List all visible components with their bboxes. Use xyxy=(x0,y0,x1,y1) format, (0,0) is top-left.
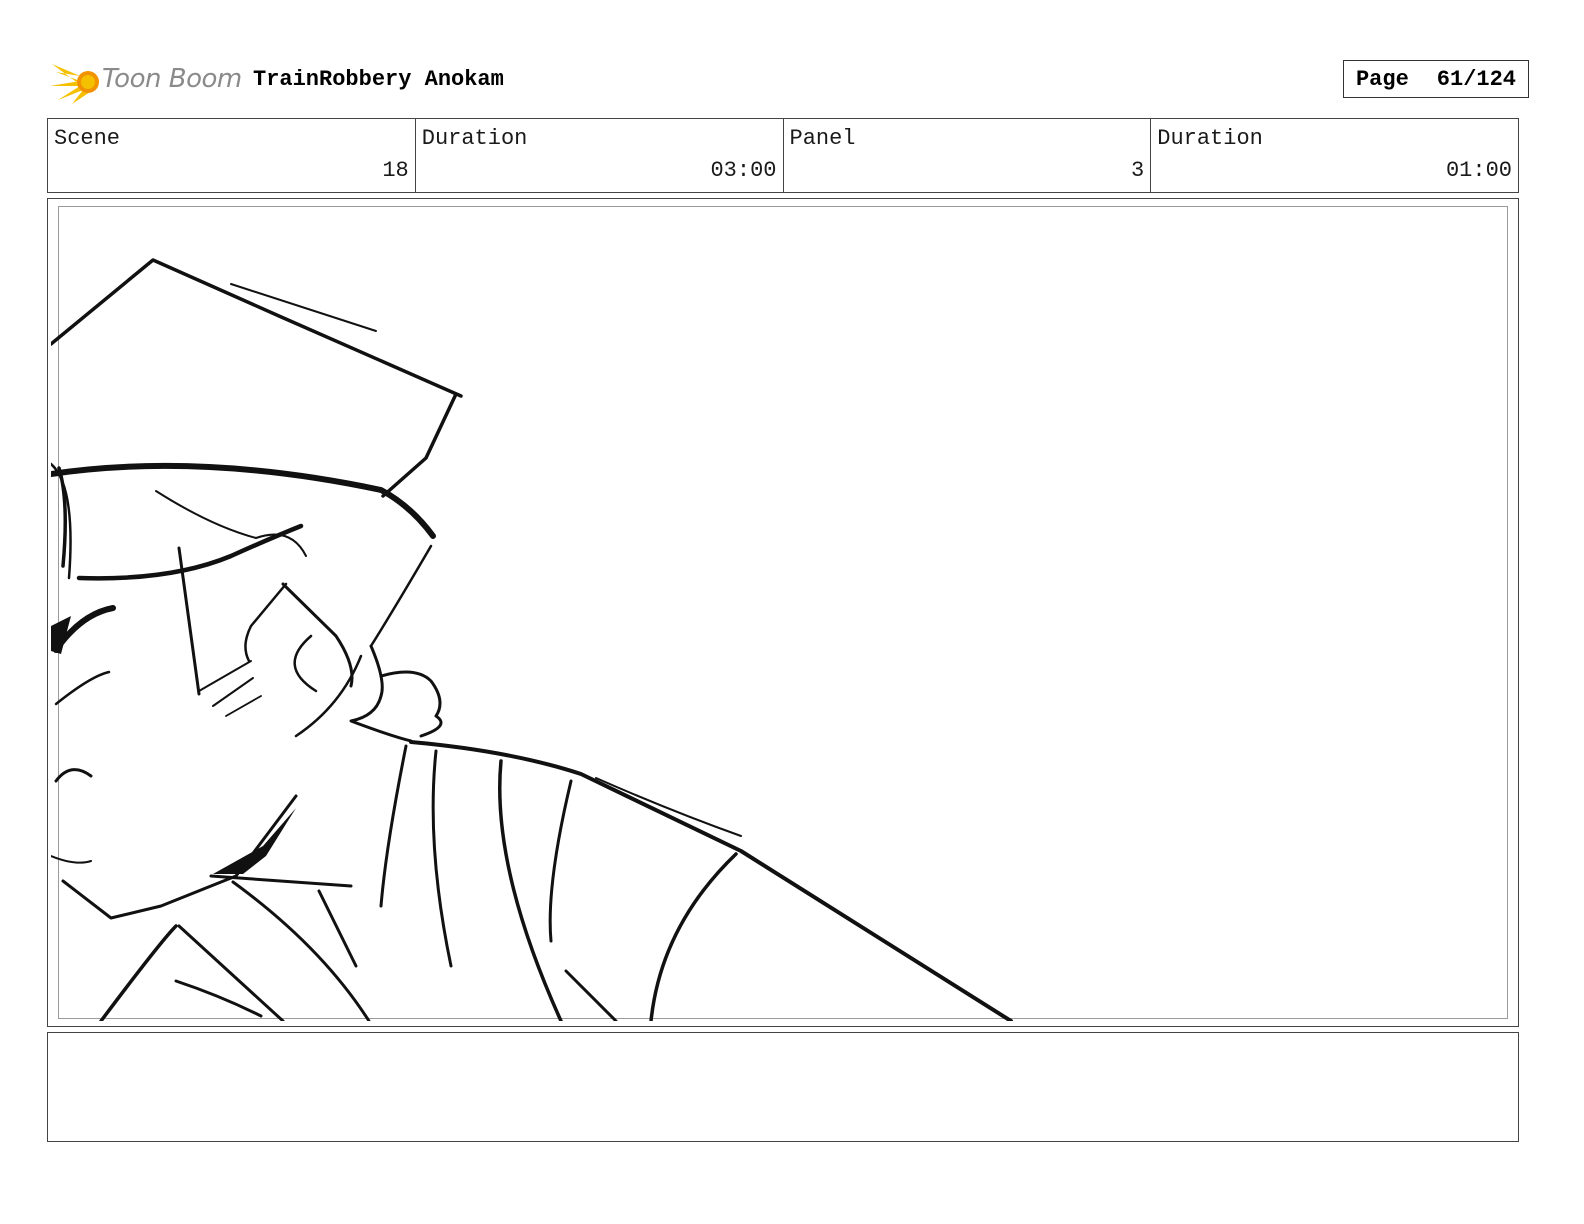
toon-boom-logo: Toon Boom xyxy=(50,56,242,106)
page-indicator: Page 61/124 xyxy=(1343,60,1529,98)
panel-duration-cell: Duration 01:00 xyxy=(1151,119,1518,192)
sketch-drawing xyxy=(51,258,1013,1021)
starburst-icon xyxy=(50,64,99,104)
project-title: TrainRobbery Anokam xyxy=(253,67,504,92)
scene-cell: Scene 18 xyxy=(48,119,416,192)
storyboard-header: Toon Boom TrainRobbery Anokam Page 61/12… xyxy=(50,56,1536,104)
logo-text: Toon Boom xyxy=(102,64,242,94)
scene-duration-cell: Duration 03:00 xyxy=(416,119,784,192)
panel-label: Panel xyxy=(789,126,856,151)
notes-box xyxy=(47,1032,1519,1142)
panel-duration-label: Duration xyxy=(1157,126,1263,151)
scene-duration-value: 03:00 xyxy=(710,158,777,183)
panel-duration-value: 01:00 xyxy=(1445,158,1512,183)
page-label: Page xyxy=(1355,66,1409,92)
scene-value: 18 xyxy=(382,158,409,183)
page-number: 61/124 xyxy=(1436,66,1517,92)
scene-info-row: Scene 18 Duration 03:00 Panel 3 Duration… xyxy=(47,118,1519,193)
panel-value: 3 xyxy=(1131,158,1145,183)
panel-cell: Panel 3 xyxy=(784,119,1152,192)
scene-label: Scene xyxy=(54,126,121,151)
scene-duration-label: Duration xyxy=(421,126,528,151)
